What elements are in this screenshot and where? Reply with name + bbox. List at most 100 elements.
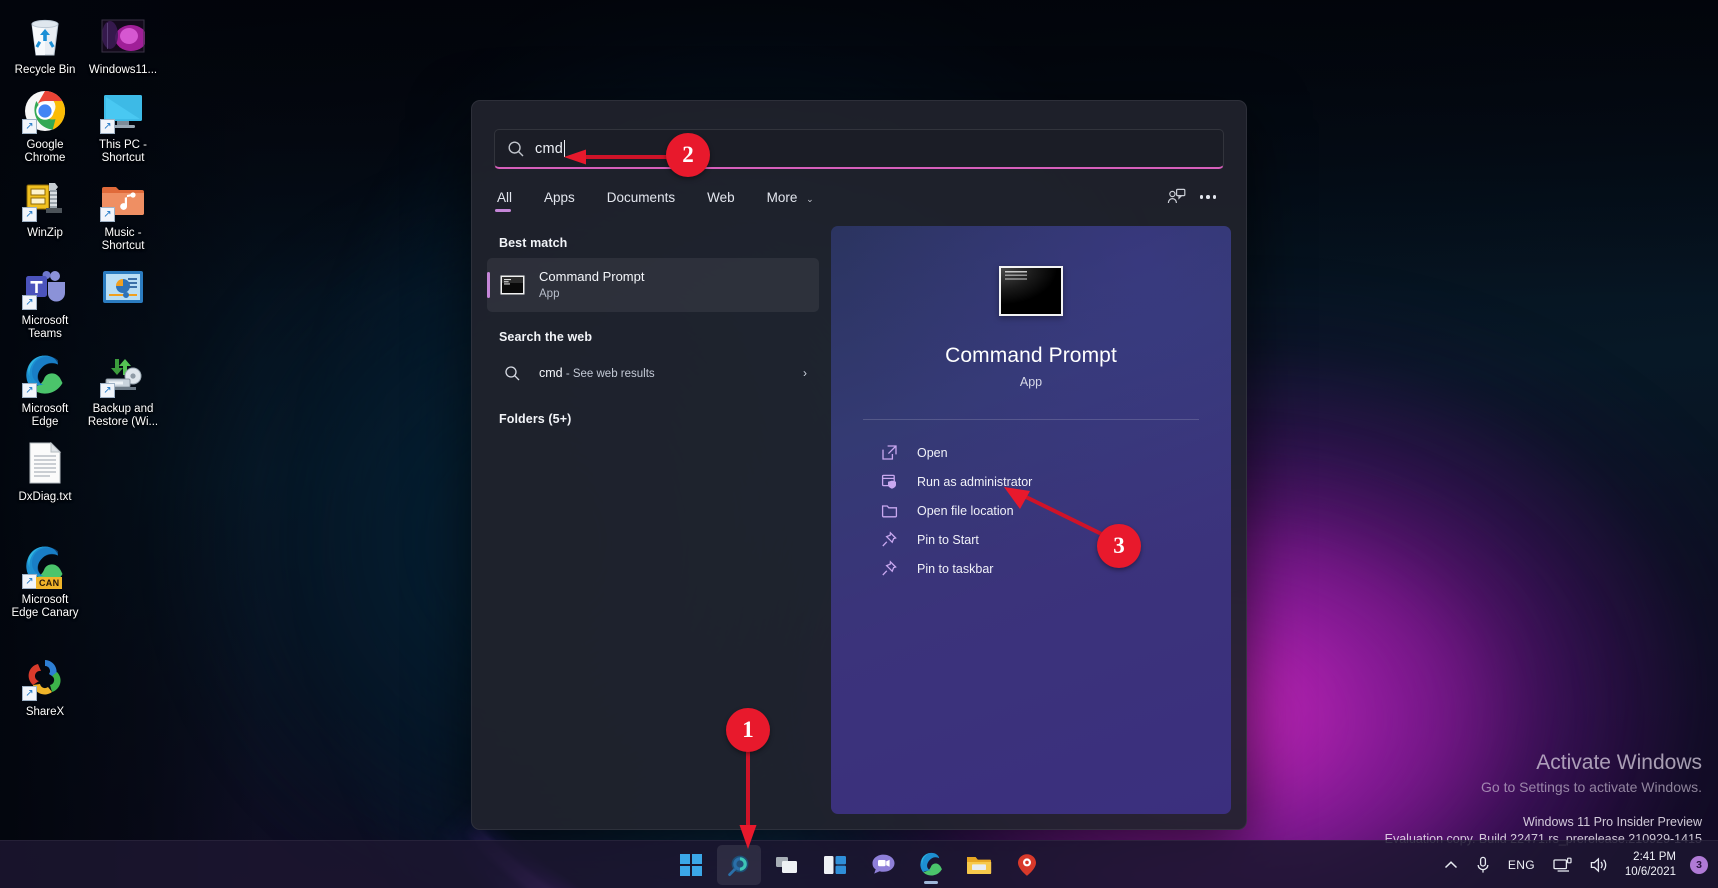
shortcut-overlay-icon: ↗ — [100, 207, 115, 222]
feedback-icon[interactable] — [1160, 182, 1192, 212]
desktop-icon-google-chrome[interactable]: ↗ Google Chrome — [6, 83, 84, 171]
google-chrome-icon: ↗ — [22, 88, 68, 134]
teams-chat-button[interactable] — [861, 845, 905, 885]
microphone-icon — [1477, 856, 1489, 873]
desktop-icon-row: ↗ Microsoft Teams — [6, 259, 176, 347]
clock-and-date[interactable]: 2:41 PM 10/6/2021 — [1619, 850, 1684, 880]
backup-and-restore-icon: ↗ — [100, 352, 146, 398]
desktop-icon-row: ↗ Google Chrome ↗ This PC - Shortcut — [6, 83, 176, 171]
preview-divider — [863, 419, 1199, 420]
language-indicator[interactable]: ENG — [1501, 846, 1542, 884]
notification-badge[interactable]: 3 — [1690, 855, 1708, 874]
tab-label: Documents — [606, 189, 676, 205]
sharex-button[interactable] — [1005, 845, 1049, 885]
start-button[interactable] — [669, 845, 713, 885]
run-as-administrator-action[interactable]: Run as administrator — [879, 467, 1183, 496]
sharex-icon: ↗ — [22, 655, 68, 701]
open-action[interactable]: Open — [879, 438, 1183, 467]
folders-heading[interactable]: Folders (5+) — [487, 394, 819, 434]
language-label: ENG — [1507, 857, 1535, 872]
desktop-icon-winzip[interactable]: ↗ WinZip — [6, 171, 84, 259]
microsoft-edge-button[interactable] — [909, 845, 953, 885]
tab-apps[interactable]: Apps — [541, 184, 578, 215]
task-view-button[interactable] — [765, 845, 809, 885]
desktop-icon-microsoft-edge[interactable]: ↗ Microsoft Edge — [6, 347, 84, 435]
desktop-icon-backup-and-restore[interactable]: ↗ Backup and Restore (Wi... — [84, 347, 162, 435]
text-file-icon — [22, 440, 68, 486]
chat-video-icon — [872, 854, 894, 874]
app-action-list[interactable]: Open Run as administrator Open file loca… — [831, 438, 1231, 583]
show-hidden-icons-button[interactable] — [1437, 846, 1465, 884]
desktop-icon-row: ↗ CAN Microsoft Edge Canary — [6, 538, 176, 626]
tab-more[interactable]: More ⌄ — [764, 184, 817, 215]
task-view-icon — [776, 856, 797, 873]
network-button[interactable] — [1546, 846, 1579, 884]
result-text: Command Prompt App — [539, 269, 644, 302]
watermark-subtitle: Go to Settings to activate Windows. — [1481, 779, 1702, 795]
tab-label: More — [766, 189, 798, 205]
search-input[interactable]: cmd — [494, 129, 1224, 169]
search-results-body: Best match Command Prompt App Search the… — [472, 216, 1246, 829]
canary-badge: CAN — [36, 577, 63, 589]
tab-documents[interactable]: Documents — [604, 184, 678, 215]
desktop-icon-windows11-file[interactable]: Windows11... — [84, 8, 162, 83]
pin-icon — [881, 530, 907, 550]
desktop-icon-recycle-bin[interactable]: Recycle Bin — [6, 8, 84, 83]
pin-to-taskbar-action[interactable]: Pin to taskbar — [879, 554, 1183, 583]
system-tray[interactable]: ENG 2:41 PM 10/6/2021 3 — [1437, 846, 1708, 884]
command-prompt-icon — [999, 266, 1063, 316]
action-label: Pin to Start — [917, 532, 979, 547]
taskbar-search-icon[interactable] — [717, 844, 761, 885]
desktop-icon-label: Windows11... — [88, 64, 158, 76]
annotation-marker-1: 1 — [726, 708, 770, 752]
desktop-icon-row: DxDiag.txt — [6, 435, 176, 510]
shortcut-overlay-icon: ↗ — [22, 686, 37, 701]
widgets-button[interactable] — [813, 845, 857, 885]
taskbar-pinned-items[interactable] — [669, 844, 1049, 885]
volume-button[interactable] — [1583, 846, 1615, 884]
desktop-icon-label: This PC - Shortcut — [99, 139, 147, 164]
file-explorer-button[interactable] — [957, 845, 1001, 885]
desktop-icon-dxdiag-txt[interactable]: DxDiag.txt — [6, 435, 84, 510]
clock-time: 2:41 PM — [1633, 850, 1676, 863]
search-circle-icon — [728, 855, 749, 876]
text-caret — [564, 140, 565, 157]
desktop-icon-performance-monitor[interactable] — [84, 259, 162, 347]
desktop[interactable]: Recycle Bin Windows11... ↗ Google Chrome… — [0, 0, 1718, 888]
desktop-icon-microsoft-edge-canary[interactable]: ↗ CAN Microsoft Edge Canary — [6, 538, 84, 626]
activate-windows-watermark: Activate Windows Go to Settings to activ… — [1481, 750, 1702, 798]
microphone-button[interactable] — [1469, 846, 1497, 884]
desktop-icon-label: DxDiag.txt — [18, 491, 72, 503]
file-explorer-icon — [967, 856, 992, 874]
desktop-icon-label: Microsoft Edge — [21, 403, 69, 428]
shortcut-overlay-icon: ↗ — [22, 119, 37, 134]
clock-date: 10/6/2021 — [1624, 865, 1676, 878]
search-filter-tabs[interactable]: All Apps Documents Web More ⌄ — [472, 169, 1246, 216]
desktop-icon-microsoft-teams[interactable]: ↗ Microsoft Teams — [6, 259, 84, 347]
shortcut-overlay-icon: ↗ — [22, 383, 37, 398]
microsoft-edge-canary-icon: ↗ CAN — [22, 543, 68, 589]
command-prompt-icon — [499, 272, 525, 298]
microsoft-edge-icon — [919, 852, 942, 876]
tab-all[interactable]: All — [494, 184, 515, 215]
action-label: Open — [917, 445, 948, 460]
open-file-location-action[interactable]: Open file location — [879, 496, 1183, 525]
shortcut-overlay-icon: ↗ — [100, 383, 115, 398]
desktop-icon-sharex[interactable]: ↗ ShareX — [6, 650, 84, 725]
desktop-icon-row: ↗ ShareX — [6, 650, 176, 725]
desktop-icon-this-pc[interactable]: ↗ This PC - Shortcut — [84, 83, 162, 171]
more-options-icon[interactable] — [1192, 182, 1224, 212]
microsoft-teams-icon: ↗ — [22, 264, 68, 310]
web-result-label: cmd - See web results — [539, 366, 655, 380]
watermark-title: Activate Windows — [1536, 751, 1702, 774]
tab-web[interactable]: Web — [704, 184, 738, 215]
web-result-item[interactable]: cmd - See web results › — [487, 352, 819, 394]
desktop-icon-music[interactable]: ↗ Music - Shortcut — [84, 171, 162, 259]
desktop-icon-label: Microsoft Edge Canary — [11, 594, 79, 619]
desktop-icon-grid[interactable]: Recycle Bin Windows11... ↗ Google Chrome… — [6, 8, 176, 725]
search-flyout-panel[interactable]: cmd All Apps Documents Web More ⌄ Best m… — [471, 100, 1247, 830]
result-command-prompt[interactable]: Command Prompt App — [487, 258, 819, 312]
taskbar[interactable]: ENG 2:41 PM 10/6/2021 3 — [0, 840, 1718, 888]
shortcut-overlay-icon: ↗ — [22, 574, 37, 589]
web-result-suffix: - See web results — [562, 368, 655, 380]
